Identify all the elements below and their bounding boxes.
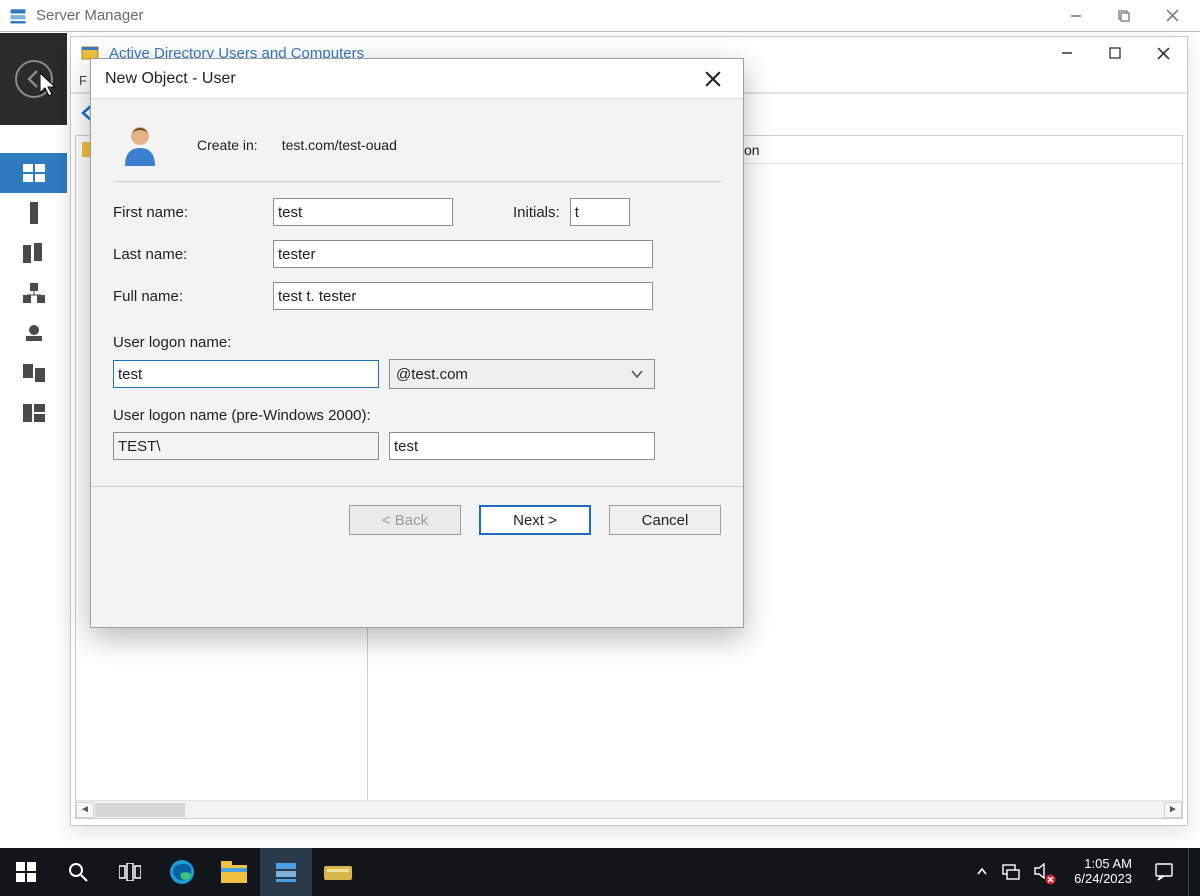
dialog-titlebar[interactable]: New Object - User [91, 59, 743, 99]
aduc-maximize-button[interactable] [1091, 38, 1139, 68]
maximize-button[interactable] [1100, 1, 1148, 31]
logon-name-label: User logon name: [113, 334, 721, 351]
first-name-input[interactable] [273, 198, 453, 226]
search-button[interactable] [52, 848, 104, 896]
pre2000-input[interactable] [389, 432, 655, 460]
dialog-title: New Object - User [101, 70, 236, 88]
logon-name-input[interactable] [113, 360, 379, 388]
windows-icon [16, 862, 36, 882]
scroll-thumb[interactable] [95, 803, 185, 817]
server-manager-taskbar-button[interactable] [260, 848, 312, 896]
nav-role-3-icon[interactable] [0, 353, 67, 393]
search-icon [68, 862, 88, 882]
app-button[interactable] [312, 848, 364, 896]
dialog-separator [113, 181, 721, 182]
create-in-label: Create in: [197, 137, 258, 153]
tray-chevron-up-icon[interactable] [976, 866, 988, 878]
clock-time: 1:05 AM [1074, 857, 1132, 872]
aduc-minimize-button[interactable] [1043, 38, 1091, 68]
aduc-close-button[interactable] [1139, 38, 1187, 68]
server-manager-icon [8, 6, 28, 26]
close-icon [705, 71, 721, 87]
nav-all-servers-icon[interactable] [0, 233, 67, 273]
initials-input[interactable] [570, 198, 630, 226]
full-name-input[interactable] [273, 282, 653, 310]
taskbar-clock[interactable]: 1:05 AM 6/24/2023 [1066, 857, 1140, 887]
task-view-icon [119, 863, 141, 881]
column-description-fragment: tion [737, 142, 940, 158]
taskbar: 1:05 AM 6/24/2023 [0, 848, 1200, 896]
create-in-value: test.com/test-ouad [282, 137, 397, 153]
nav-local-server-icon[interactable] [0, 193, 67, 233]
chevron-down-icon [630, 367, 644, 381]
nav-role-2-icon[interactable] [0, 313, 67, 353]
last-name-label: Last name: [113, 246, 273, 263]
network-icon[interactable] [1002, 864, 1020, 880]
aduc-horizontal-scrollbar[interactable]: ◄ ► [76, 800, 1182, 818]
clock-date: 6/24/2023 [1074, 872, 1132, 887]
nav-role-4-icon[interactable] [0, 393, 67, 433]
server-manager-taskbar-icon [274, 861, 298, 883]
volume-muted-badge-icon [1045, 874, 1056, 885]
back-button: < Back [349, 505, 461, 535]
volume-button[interactable] [1034, 863, 1052, 882]
cancel-button[interactable]: Cancel [609, 505, 721, 535]
file-explorer-button[interactable] [208, 848, 260, 896]
dialog-header: Create in: test.com/test-ouad [113, 113, 721, 177]
close-button[interactable] [1148, 1, 1196, 31]
new-user-dialog: New Object - User Create in: test.com/te… [90, 58, 744, 628]
user-icon [117, 122, 163, 168]
cursor-icon [40, 73, 60, 97]
nav-role-1-icon[interactable] [0, 273, 67, 313]
show-desktop-button[interactable] [1188, 848, 1194, 896]
edge-icon [169, 859, 195, 885]
scroll-left-icon[interactable]: ◄ [76, 802, 94, 818]
next-button[interactable]: Next > [479, 505, 591, 535]
pre2000-label: User logon name (pre-Windows 2000): [113, 407, 721, 424]
folder-icon [221, 861, 247, 883]
edge-button[interactable] [156, 848, 208, 896]
notifications-icon[interactable] [1154, 862, 1174, 882]
server-manager-titlebar: Server Manager [0, 0, 1200, 32]
logon-domain-select[interactable]: @test.com [389, 359, 655, 389]
first-name-label: First name: [113, 204, 273, 221]
full-name-label: Full name: [113, 288, 273, 305]
server-manager-nav [0, 153, 67, 433]
task-view-button[interactable] [104, 848, 156, 896]
logon-domain-value: @test.com [396, 366, 468, 383]
dialog-close-button[interactable] [693, 64, 733, 94]
pre2000-prefix [113, 432, 379, 460]
server-manager-title: Server Manager [36, 7, 144, 24]
initials-label: Initials: [513, 204, 560, 221]
scroll-right-icon[interactable]: ► [1164, 802, 1182, 818]
last-name-input[interactable] [273, 240, 653, 268]
system-tray: 1:05 AM 6/24/2023 [970, 848, 1200, 896]
dialog-button-row: < Back Next > Cancel [91, 486, 743, 535]
nav-dashboard-icon[interactable] [0, 153, 67, 193]
start-button[interactable] [0, 848, 52, 896]
minimize-button[interactable] [1052, 1, 1100, 31]
app-icon [324, 862, 352, 882]
